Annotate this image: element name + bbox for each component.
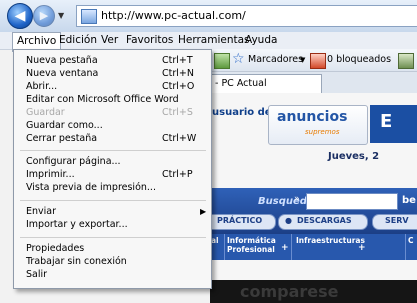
- tab-title: - PC Actual: [215, 78, 267, 89]
- menu-item-abrir[interactable]: Abrir...: [26, 81, 57, 92]
- menu-separator: [20, 200, 206, 201]
- menu-item-vista-previa[interactable]: Vista previa de impresión...: [26, 182, 156, 193]
- menu-ver[interactable]: Ver: [101, 34, 118, 46]
- shortcut-text: Ctrl+O: [162, 81, 195, 92]
- menu-separator: [20, 150, 206, 151]
- menu-favoritos[interactable]: Favoritos: [126, 34, 173, 46]
- extra-toolbar-icon[interactable]: [398, 53, 414, 69]
- nav-pill-label: SERV: [385, 216, 409, 225]
- search-arrow-icon: »: [294, 194, 300, 204]
- menu-item-imprimir[interactable]: Imprimir...: [26, 169, 75, 180]
- menu-item-importar-exportar[interactable]: Importar y exportar...: [26, 219, 128, 230]
- header-banner[interactable]: E: [370, 105, 417, 143]
- tab-pc-actual[interactable]: - PC Actual: [210, 74, 322, 94]
- address-toolbar: ◀ ▶ ▼ http://www.pc-actual.com/: [0, 0, 417, 32]
- popup-blocker-button[interactable]: 0 bloqueados: [327, 54, 391, 65]
- category-item[interactable]: C: [406, 234, 417, 260]
- nav-pill-label: DESCARGAS: [297, 216, 352, 225]
- category-informatica-profesional[interactable]: Informática Profesional +: [225, 234, 292, 260]
- menu-item-guardar: Guardar: [26, 107, 65, 118]
- address-input[interactable]: http://www.pc-actual.com/: [76, 5, 417, 27]
- tab-strip: - PC Actual: [210, 72, 417, 94]
- shortcut-text: Ctrl+N: [162, 68, 194, 79]
- web-page: usuario de anuncios supremos E Jueves, 2…: [200, 93, 417, 303]
- shortcut-text: Ctrl+W: [162, 133, 197, 144]
- forward-arrow-icon: ▶: [39, 9, 49, 22]
- search-input[interactable]: [306, 193, 398, 210]
- page-footer-band: comparese: [210, 280, 417, 303]
- menu-item-propiedades[interactable]: Propiedades: [26, 243, 84, 254]
- category-bar: al Informática Profesional + Infraestruc…: [210, 234, 417, 260]
- popup-blocker-icon[interactable]: [310, 53, 326, 69]
- category-label: C: [408, 236, 414, 245]
- nav-pill-serv[interactable]: SERV: [372, 214, 417, 230]
- welcome-text: usuario de: [212, 107, 272, 118]
- nav-pill-label: PRÁCTICO: [217, 216, 263, 225]
- shortcut-text: Ctrl+S: [162, 107, 193, 118]
- shortcut-text: Ctrl+P: [162, 169, 193, 180]
- browser-toolbar: ☆ Marcadores ▼ 0 bloqueados: [210, 49, 417, 72]
- category-label: al: [211, 236, 219, 245]
- forward-button[interactable]: ▶: [33, 5, 55, 27]
- menu-item-nueva-pestana[interactable]: Nueva pestaña: [26, 55, 98, 66]
- category-infraestructuras[interactable]: Infraestructuras +: [292, 234, 406, 260]
- submenu-arrow-icon: ▶: [200, 207, 207, 216]
- category-label: Informática Profesional: [227, 236, 276, 254]
- plus-icon: +: [358, 243, 366, 253]
- bookmarks-dropdown-icon[interactable]: ▼: [300, 56, 305, 64]
- menu-separator: [20, 237, 206, 238]
- history-dropdown-icon[interactable]: ▼: [58, 11, 64, 20]
- star-icon[interactable]: ☆: [232, 51, 246, 67]
- menu-item-cerrar-pestana[interactable]: Cerrar pestaña: [26, 133, 97, 144]
- menu-item-nueva-ventana[interactable]: Nueva ventana: [26, 68, 98, 79]
- browser-window: ◀ ▶ ▼ http://www.pc-actual.com/ Archivo …: [0, 0, 417, 303]
- nav-pill-descargas[interactable]: ● DESCARGAS: [278, 214, 368, 230]
- menu-item-guardar-como[interactable]: Guardar como...: [26, 120, 103, 131]
- menu-item-enviar[interactable]: Enviar: [26, 206, 56, 217]
- back-button[interactable]: ◀: [7, 3, 33, 29]
- descargas-bullet-icon: ●: [285, 216, 292, 225]
- ad-word: anuncios: [277, 109, 348, 125]
- plus-icon: +: [281, 243, 289, 253]
- footer-text: comparese: [240, 282, 339, 301]
- category-item[interactable]: al: [210, 234, 225, 260]
- shortcut-text: Ctrl+T: [162, 55, 193, 66]
- menu-ayuda[interactable]: Ayuda: [245, 34, 277, 46]
- menu-herramientas[interactable]: Herramientas: [178, 34, 250, 46]
- ad-subtext: supremos: [305, 128, 340, 136]
- archivo-menu: Nueva pestaña Ctrl+T Nueva ventana Ctrl+…: [13, 49, 212, 289]
- url-text: http://www.pc-actual.com/: [101, 9, 246, 22]
- menu-item-trabajar-sin-conexion[interactable]: Trabajar sin conexión: [26, 256, 127, 267]
- menu-item-editar-word[interactable]: Editar con Microsoft Office Word: [26, 94, 179, 105]
- search-go-button[interactable]: be: [402, 195, 416, 206]
- site-search-bar: Busqueda » be PRÁCTICO ● DESCARGAS SERV: [200, 188, 417, 234]
- menu-edicion[interactable]: Edición: [59, 34, 97, 46]
- menu-item-configurar-pagina[interactable]: Configurar página...: [26, 156, 121, 167]
- page-icon: [81, 9, 97, 24]
- bookmarks-button[interactable]: Marcadores: [248, 54, 303, 65]
- menu-bar: Archivo Edición Ver Favoritos Herramient…: [0, 32, 417, 52]
- toolbar-page-icon[interactable]: [214, 53, 230, 69]
- date-text: Jueves, 2: [328, 151, 380, 162]
- category-label: Infraestructuras: [296, 236, 365, 245]
- header-letter: E: [380, 111, 393, 132]
- back-arrow-icon: ◀: [14, 8, 26, 24]
- ad-banner[interactable]: anuncios supremos: [268, 105, 368, 145]
- menu-item-salir[interactable]: Salir: [26, 269, 47, 280]
